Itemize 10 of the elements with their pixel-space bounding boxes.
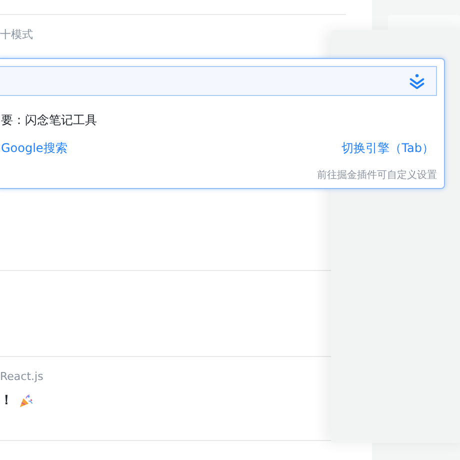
party-popper-icon [19,394,33,408]
article-tag[interactable]: React.js [0,369,44,384]
google-search-link[interactable]: Google搜索 [1,140,68,157]
search-field[interactable] [0,66,437,96]
article-tag[interactable]: 十模式 [0,27,33,42]
settings-hint: 前往掘金插件可自定义设置 [317,168,437,182]
chevrons-down-icon[interactable] [408,73,426,89]
article-title[interactable]: ！ [0,392,13,409]
switch-engine-link[interactable]: 切换引擎（Tab） [342,140,434,157]
search-suggestion[interactable]: 要：闪念笔记工具 [1,112,97,129]
